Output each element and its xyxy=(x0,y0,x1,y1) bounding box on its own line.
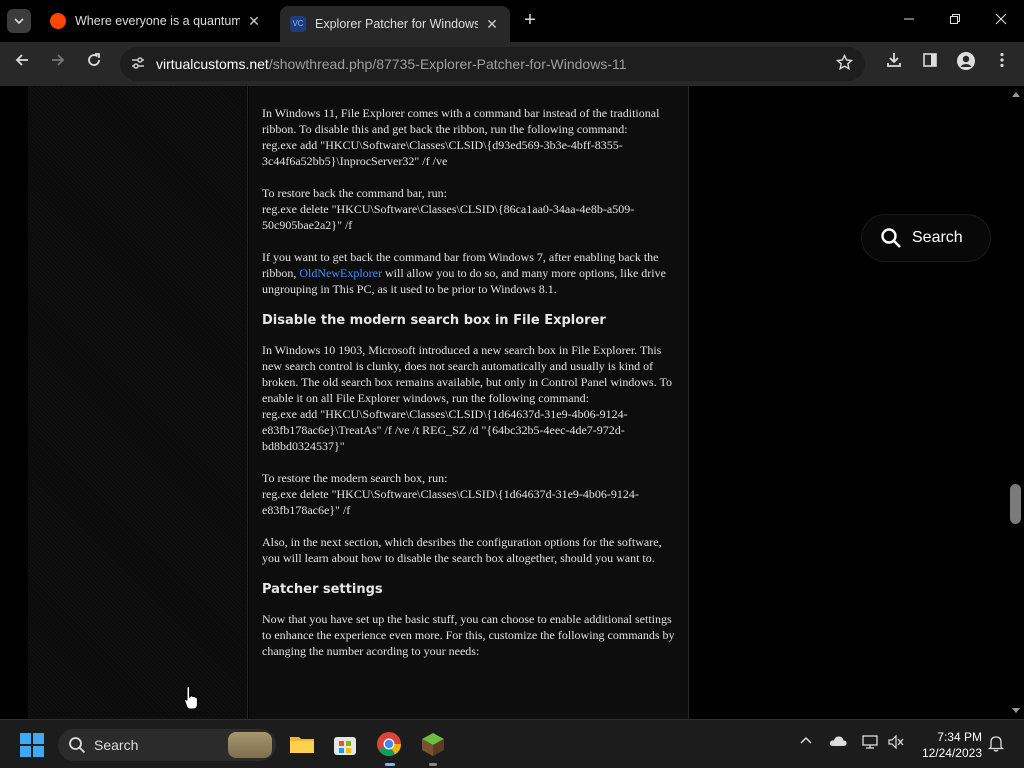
scrollbar-thumb[interactable] xyxy=(1010,484,1021,524)
side-panel-icon xyxy=(923,53,937,67)
chevron-up-icon xyxy=(800,736,812,744)
scroll-down-arrow-icon[interactable] xyxy=(1012,708,1020,713)
show-hidden-icons-button[interactable] xyxy=(796,734,816,750)
ribbon-intro: In Windows 11, File Explorer comes with … xyxy=(262,106,660,136)
download-icon xyxy=(887,53,901,67)
hand-cursor-icon xyxy=(184,686,198,710)
minimize-icon xyxy=(904,18,914,20)
site-favicon-icon: VC xyxy=(290,16,306,32)
search-button-label: Search xyxy=(912,229,963,246)
oldnewexplorer-link[interactable]: OldNewExplorer xyxy=(299,266,382,280)
browser-menu-button[interactable] xyxy=(989,51,1015,77)
restore-label: To restore back the command bar, run: xyxy=(262,186,447,200)
search-icon xyxy=(881,228,901,248)
taskbar-search-label: Search xyxy=(94,737,139,753)
restore-search-command: reg.exe delete "HKCU\Software\Classes\CL… xyxy=(262,487,639,517)
restore-search-label: To restore the modern search box, run: xyxy=(262,471,448,485)
url-text: virtualcustoms.net/showthread.php/87735-… xyxy=(156,56,627,72)
windows-logo-icon xyxy=(20,733,31,744)
url-path: /showthread.php/87735-Explorer-Patcher-f… xyxy=(268,56,627,72)
taskbar-search-box[interactable]: Search xyxy=(58,729,276,761)
reddit-favicon-icon xyxy=(50,13,66,29)
notifications-button[interactable] xyxy=(986,734,1006,755)
minecraft-running-indicator xyxy=(429,763,437,766)
article-content: In Windows 11, File Explorer comes with … xyxy=(249,86,689,719)
windows7-paragraph: If you want to get back the command bar … xyxy=(262,249,676,297)
back-button[interactable] xyxy=(9,51,35,77)
search-intro: In Windows 10 1903, Microsoft introduced… xyxy=(262,343,672,405)
minecraft-icon[interactable] xyxy=(419,730,447,758)
site-info-icon[interactable] xyxy=(120,56,156,73)
reload-icon xyxy=(88,53,100,66)
new-tab-button[interactable]: + xyxy=(520,10,540,30)
ribbon-paragraph: In Windows 11, File Explorer comes with … xyxy=(262,105,676,169)
restore-button[interactable] xyxy=(941,8,969,32)
forward-arrow-icon xyxy=(52,54,65,66)
network-icon[interactable] xyxy=(860,734,880,753)
close-icon xyxy=(995,13,1007,25)
clock-time: 7:34 PM xyxy=(937,730,982,744)
address-bar[interactable]: virtualcustoms.net/showthread.php/87735-… xyxy=(120,47,865,81)
restore-command-bar-paragraph: To restore back the command bar, run: re… xyxy=(262,185,676,233)
kebab-menu-icon xyxy=(1000,52,1004,68)
tab-title: Explorer Patcher for Windows 1 xyxy=(315,17,478,31)
left-sidebar-panel xyxy=(28,86,248,719)
downloads-button[interactable] xyxy=(881,51,907,77)
back-arrow-icon xyxy=(15,54,28,66)
tab-reddit[interactable]: Where everyone is a quantum s ✕ xyxy=(40,6,272,36)
search-icon xyxy=(69,737,86,754)
ribbon-command: reg.exe add "HKCU\Software\Classes\CLSID… xyxy=(262,138,623,168)
windows-taskbar: Search 7:34 PM 12/24/2023 xyxy=(0,719,1024,768)
tab-explorer-patcher[interactable]: VC Explorer Patcher for Windows 1 ✕ xyxy=(280,6,510,42)
volume-muted-icon[interactable] xyxy=(886,734,906,753)
url-host: virtualcustoms.net xyxy=(156,56,269,72)
forward-button[interactable] xyxy=(45,51,71,77)
microsoft-store-icon[interactable] xyxy=(331,730,359,758)
search-box-paragraph: In Windows 10 1903, Microsoft introduced… xyxy=(262,342,676,454)
bookmark-star-icon[interactable] xyxy=(835,53,854,76)
bell-icon xyxy=(987,736,1005,752)
start-button[interactable] xyxy=(20,733,44,757)
profile-button[interactable] xyxy=(953,51,979,77)
patcher-settings-heading: Patcher settings xyxy=(262,582,383,597)
tab-title: Where everyone is a quantum s xyxy=(75,14,240,28)
reload-button[interactable] xyxy=(81,51,107,77)
tab-search-button[interactable] xyxy=(7,9,31,33)
close-tab-icon[interactable]: ✕ xyxy=(484,16,500,32)
next-section-paragraph: Also, in the next section, which desribe… xyxy=(262,535,662,565)
tab-bar: Where everyone is a quantum s ✕ VC Explo… xyxy=(0,0,1024,42)
web-page: In Windows 11, File Explorer comes with … xyxy=(0,86,1008,719)
chrome-running-indicator xyxy=(385,763,395,766)
side-panel-button[interactable] xyxy=(917,51,943,77)
close-window-button[interactable] xyxy=(987,8,1015,32)
search-command: reg.exe add "HKCU\Software\Classes\CLSID… xyxy=(262,407,628,453)
chrome-icon[interactable] xyxy=(375,730,403,758)
search-highlight-image xyxy=(228,732,272,758)
system-clock[interactable]: 7:34 PM 12/24/2023 xyxy=(912,729,982,761)
file-explorer-icon[interactable] xyxy=(288,730,316,758)
minimize-button[interactable] xyxy=(895,8,923,32)
restore-search-paragraph: To restore the modern search box, run: r… xyxy=(262,470,676,518)
clock-date: 12/24/2023 xyxy=(921,746,982,760)
restore-icon xyxy=(950,14,960,24)
floating-search-button[interactable]: Search xyxy=(862,215,990,261)
profile-avatar-icon xyxy=(957,52,975,70)
page-scrollbar[interactable] xyxy=(1008,86,1024,719)
browser-toolbar: virtualcustoms.net/showthread.php/87735-… xyxy=(0,42,1024,86)
scroll-up-arrow-icon[interactable] xyxy=(1012,92,1020,97)
restore-command: reg.exe delete "HKCU\Software\Classes\CL… xyxy=(262,202,635,232)
search-box-heading: Disable the modern search box in File Ex… xyxy=(262,313,606,328)
onedrive-icon[interactable] xyxy=(828,734,848,750)
chevron-down-icon xyxy=(14,18,24,25)
patcher-intro-paragraph: Now that you have set up the basic stuff… xyxy=(262,612,675,658)
close-tab-icon[interactable]: ✕ xyxy=(246,13,262,29)
